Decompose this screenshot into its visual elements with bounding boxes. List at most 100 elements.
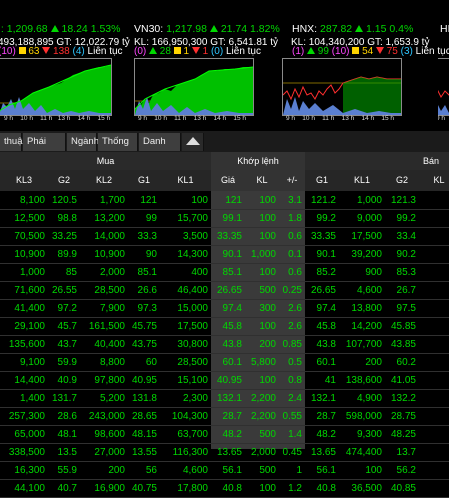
ask-price1-cell: 97.4 (316, 303, 336, 314)
table-row[interactable]: 1,400 131.7 5,200 131.8 2,300 132.1 2,200 2.4 13… (0, 390, 449, 408)
table-row[interactable]: 29,100 45.7 161,500 45.75 17,500 45.8 100 2.6 45… (0, 318, 449, 336)
index-intraday-chart (134, 58, 254, 116)
tick-label: 13 h (341, 115, 355, 122)
table-row[interactable]: 41,400 97.2 7,900 97.3 15,000 97.4 300 2.6 97.4 1… (0, 300, 449, 318)
match-vol-cell: 500 (259, 429, 276, 440)
index-name: HN (440, 23, 449, 35)
match-change-cell: 0.6 (288, 231, 302, 242)
bid-vol2-cell: 28,500 (94, 285, 125, 296)
ceiling-count: (10) (0, 46, 16, 57)
ask-price1-cell: 56.1 (316, 465, 336, 476)
match-vol-cell: 100 (259, 375, 276, 386)
ask-price2-cell: 33.4 (396, 231, 416, 242)
table-row[interactable]: 65,000 48.1 98,600 48.15 63,700 48.2 500 1.4 48.… (0, 426, 449, 444)
col-sell-g2[interactable]: G2 (385, 170, 419, 191)
bid-price1-cell: 33.3 (137, 231, 157, 242)
table-row[interactable]: 135,600 43.7 40,400 43.75 30,800 43.8 200 0.85 4… (0, 336, 449, 354)
table-row[interactable]: 12,500 98.8 13,200 99 15,700 99.1 100 1.8 99.2 9,… (0, 210, 449, 228)
table-row[interactable]: 1,000 85 2,000 85.1 400 85.1 100 0.6 85.2 900 85.3 (0, 264, 449, 282)
index-line-1: VN30: 1,217.98 21.74 1.82% (134, 23, 280, 35)
up-arrow-icon (307, 47, 316, 54)
match-price-cell: 26.65 (216, 285, 242, 296)
match-change-cell: 0.25 (282, 285, 302, 296)
table-row[interactable]: 10,900 89.9 10,900 90 14,300 90.1 1,000 0.1 90.1… (0, 246, 449, 264)
ceiling-count: (0) (134, 46, 147, 57)
bid-price2-cell: 26.55 (51, 285, 77, 296)
tab-nganh[interactable]: Ngành (67, 133, 99, 151)
match-price-cell: 85.1 (222, 267, 242, 278)
tab-danh-muc[interactable]: Danh mục (139, 133, 181, 165)
bid-vol2-cell: 97,800 (94, 375, 125, 386)
col-g2[interactable]: G2 (48, 170, 80, 191)
match-change-cell: 0.8 (288, 375, 302, 386)
index-panel-vn30[interactable]: VN30: 1,217.98 21.74 1.82% KL: 166,950,3… (134, 0, 284, 128)
index-intraday-chart (438, 58, 449, 116)
tick-label: 14 h (77, 115, 91, 122)
bid-price2-cell: 48.1 (57, 429, 77, 440)
tab-phai-sinh[interactable]: Phái Sinh (23, 133, 66, 165)
ceiling-count: (1) (292, 46, 305, 57)
col-sell-kl2[interactable]: KL (419, 170, 449, 191)
table-row[interactable]: 9,100 59.9 8,800 60 28,500 60.1 5,800 0.5 60.1 20… (0, 354, 449, 372)
ref-square-icon (18, 47, 26, 54)
table-row[interactable]: 257,300 28.6 243,000 28.65 104,300 28.7 2,200 0… (0, 408, 449, 426)
match-vol-cell: 300 (259, 303, 276, 314)
match-change-cell: 2.6 (288, 321, 302, 332)
table-row[interactable]: 338,500 13.5 27,000 13.55 116,300 13.65 2,000 0… (0, 444, 449, 462)
match-price-cell: 132.1 (216, 393, 242, 404)
col-kl2[interactable]: KL2 (80, 170, 128, 191)
ask-vol1-cell: 598,000 (345, 411, 382, 422)
col-kl1[interactable]: KL1 (160, 170, 211, 191)
bid-vol1-cell: 15,700 (177, 213, 208, 224)
tab-thuan[interactable]: thuận (0, 133, 28, 151)
col-gia[interactable]: Giá (211, 170, 245, 191)
table-row[interactable]: 8,100 120.5 1,700 121 100 121 100 3.1 121.2 1,000… (0, 192, 449, 210)
home-icon (186, 137, 200, 145)
index-panel-partial[interactable]: HN 9 h (438, 0, 449, 128)
ask-price1-cell: 85.2 (316, 267, 336, 278)
up-arrow-icon (50, 25, 59, 32)
bid-vol3-cell: 44,100 (14, 483, 45, 494)
col-change[interactable]: +/- (279, 170, 305, 191)
bid-price1-cell: 40.95 (131, 375, 157, 386)
col-sell-kl1[interactable]: KL1 (339, 170, 385, 191)
table-row[interactable]: 70,500 33.25 14,000 33.3 3,500 33.35 100 0.6 33.… (0, 228, 449, 246)
index-pct: 1.53% (90, 23, 121, 35)
index-panel-vnindex[interactable]: I: 1,209.68 18.24 1.53% 493,188,895 GT: … (0, 0, 130, 128)
index-intraday-chart (0, 58, 112, 116)
home-tab[interactable] (182, 133, 204, 151)
col-sell-g1[interactable]: G1 (305, 170, 339, 191)
tick-label: 11 h (174, 115, 187, 122)
index-change: 18.24 (61, 23, 88, 35)
ask-vol2-cell (419, 282, 449, 299)
bid-price1-cell: 90 (145, 249, 157, 260)
table-row[interactable]: 16,300 55.9 200 56 4,600 56.1 500 1 56.1 100 56.2 (0, 462, 449, 480)
bid-price2-cell: 43.7 (57, 339, 77, 350)
index-panel-hnx[interactable]: HNX: 287.82 1.15 0.4% KL: 104,340,200 GT… (282, 0, 449, 128)
ask-vol2-cell (419, 444, 449, 461)
bid-vol3-cell: 257,300 (8, 411, 45, 422)
ask-price1-cell: 48.2 (316, 429, 336, 440)
ask-price1-cell: 90.1 (316, 249, 336, 260)
floor-count: (0) (210, 46, 224, 57)
bid-vol2-cell: 8,800 (99, 357, 125, 368)
table-row[interactable]: 14,400 40.9 97,800 40.95 15,100 40.95 100 0.8 41… (0, 372, 449, 390)
table-row[interactable]: 71,600 26.55 28,500 26.6 46,400 26.65 500 0.25 2… (0, 282, 449, 300)
bid-vol3-cell: 9,100 (19, 357, 45, 368)
col-g1[interactable]: G1 (128, 170, 160, 191)
bid-vol2-cell: 7,900 (99, 303, 125, 314)
match-change-cell: 0.45 (282, 447, 302, 458)
ref-count: 63 (28, 46, 40, 57)
bid-price1-cell: 40.75 (131, 483, 157, 494)
bid-vol3-cell: 10,900 (14, 249, 45, 260)
bid-vol1-cell: 14,300 (177, 249, 208, 260)
match-price-cell: 33.35 (216, 231, 242, 242)
bid-vol2-cell: 1,700 (99, 195, 125, 206)
tab-thong-ke[interactable]: Thống kê (98, 133, 138, 165)
col-kl3[interactable]: KL3 (0, 170, 48, 191)
table-row[interactable]: 44,100 40.7 16,900 40.75 17,800 40.8 100 1.2 40.… (0, 480, 449, 498)
ask-price2-cell: 45.85 (390, 321, 416, 332)
col-kl[interactable]: KL (245, 170, 279, 191)
bid-price2-cell: 40.9 (57, 375, 77, 386)
ask-price2-cell: 41.05 (390, 375, 416, 386)
